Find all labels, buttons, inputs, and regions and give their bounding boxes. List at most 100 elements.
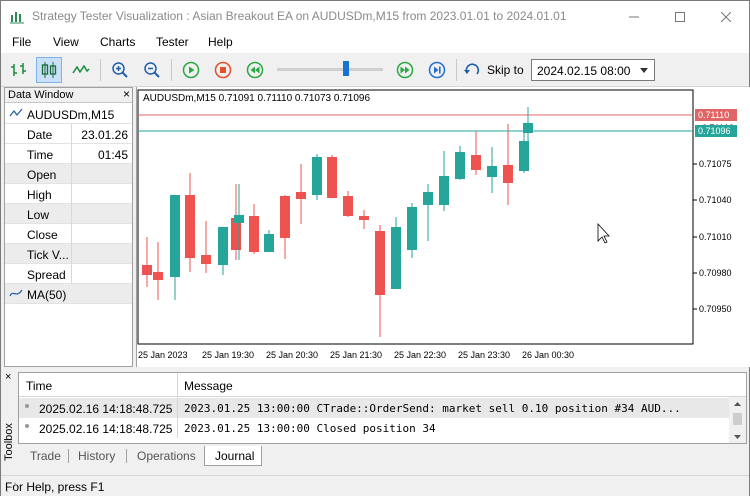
time-label: 25 Jan 20:30 xyxy=(266,350,318,360)
skip-to-label: Skip to xyxy=(487,63,524,77)
zoom-out-button[interactable] xyxy=(139,57,165,83)
resize-grip-icon[interactable]: ⋰ xyxy=(5,480,747,494)
mouse-cursor-icon xyxy=(597,222,610,244)
price-chart[interactable]: AUDUSDm,M15 0.71091 0.71110 0.71073 0.71… xyxy=(136,87,750,367)
bullish-candle xyxy=(170,195,180,277)
tab-trade[interactable]: Trade xyxy=(30,446,61,466)
bearish-candle xyxy=(201,255,211,264)
bullish-candle xyxy=(234,215,244,223)
row-value xyxy=(72,184,132,204)
table-row[interactable]: 2025.02.16 14:18:48.725 2023.01.25 13:00… xyxy=(19,398,729,418)
data-window-panel: Data Window × AUDUSDm,M15 Date 23.01.26 T… xyxy=(4,87,133,367)
log-dot-icon xyxy=(25,404,29,408)
toolbox-side: × Toolbox xyxy=(1,369,18,469)
skip-to-value[interactable]: 2024.02.15 08:00 xyxy=(537,64,630,78)
time-label: 25 Jan 2023 xyxy=(138,350,188,360)
menu-file[interactable]: File xyxy=(12,35,31,49)
speed-slider-track[interactable] xyxy=(277,68,383,71)
price-label: 0.71010 xyxy=(699,232,732,242)
skip-to-button[interactable] xyxy=(460,57,486,83)
rewind-icon xyxy=(246,61,264,79)
menu-help[interactable]: Help xyxy=(208,35,233,49)
line-chart-button[interactable] xyxy=(68,57,94,83)
speed-slider-thumb[interactable] xyxy=(343,61,349,76)
log-time: 2025.02.16 14:18:48.725 xyxy=(39,402,173,416)
toolbox-close-button[interactable]: × xyxy=(5,371,11,383)
column-header-message[interactable]: Message xyxy=(184,379,233,393)
window-title: Strategy Tester Visualization : Asian Br… xyxy=(32,9,567,23)
toolbar-separator xyxy=(100,59,101,81)
data-window-row-date: Date 23.01.26 xyxy=(5,124,132,144)
data-window-row-high: High xyxy=(5,184,132,204)
data-window-row-open: Open xyxy=(5,164,132,184)
bullish-candle xyxy=(423,192,433,205)
journal-scrollbar[interactable] xyxy=(729,397,746,443)
app-icon xyxy=(10,12,24,24)
journal-header: Time Message xyxy=(19,373,746,397)
minimize-button[interactable] xyxy=(611,1,657,32)
scroll-up-icon[interactable] xyxy=(729,399,746,409)
bearish-candle xyxy=(503,165,513,183)
data-window-row-low: Low xyxy=(5,204,132,224)
row-label: Time xyxy=(27,148,54,162)
candlestick-chart-button[interactable] xyxy=(36,57,62,83)
bullish-candle xyxy=(391,227,401,289)
scrollbar-thumb[interactable] xyxy=(733,413,742,425)
slow-down-button[interactable] xyxy=(242,57,268,83)
status-bar: For Help, press F1 ⋰ xyxy=(1,475,749,496)
toolbox-tabs: Trade History Operations Journal xyxy=(18,444,747,466)
table-row[interactable]: 2025.02.16 14:18:48.725 2023.01.25 13:00… xyxy=(19,418,729,438)
bullish-candle xyxy=(312,157,322,195)
log-message: 2023.01.25 13:00:00 Closed position 34 xyxy=(184,422,436,435)
menu-view[interactable]: View xyxy=(53,35,79,49)
candlestick-icon xyxy=(41,62,57,78)
row-label: Spread xyxy=(27,268,66,282)
bar-chart-button[interactable] xyxy=(6,57,32,83)
row-value xyxy=(72,244,132,264)
candles xyxy=(142,107,533,337)
data-window-row-spread: Spread xyxy=(5,264,132,284)
bullish-candle xyxy=(264,234,274,252)
menu-charts[interactable]: Charts xyxy=(100,35,135,49)
row-label: Date xyxy=(27,128,53,142)
tester-window: Strategy Tester Visualization : Asian Br… xyxy=(0,0,750,496)
close-button[interactable] xyxy=(703,1,749,32)
calendar-dropdown-button[interactable] xyxy=(636,62,652,78)
bearish-candle xyxy=(359,216,369,220)
maximize-icon xyxy=(675,11,685,22)
data-window-title: Data Window xyxy=(8,89,74,101)
bar-chart-icon xyxy=(11,63,26,76)
time-label: 25 Jan 19:30 xyxy=(202,350,254,360)
bearish-candle xyxy=(249,216,259,252)
play-button[interactable] xyxy=(178,57,204,83)
journal-table: Time Message 2025.02.16 14:18:48.725 202… xyxy=(18,372,747,444)
maximize-button[interactable] xyxy=(657,1,703,32)
row-value: 23.01.26 xyxy=(81,128,128,142)
indicator-label: MA(50) xyxy=(27,288,67,302)
bullish-candle xyxy=(439,176,449,205)
bullish-candle xyxy=(218,227,228,265)
time-label: 26 Jan 00:30 xyxy=(522,350,574,360)
column-header-time[interactable]: Time xyxy=(26,379,52,393)
bullish-candle xyxy=(487,166,497,177)
row-label: Open xyxy=(27,168,57,182)
menu-tester[interactable]: Tester xyxy=(156,35,189,49)
skip-to-datetime-field[interactable]: 2024.02.15 08:00 xyxy=(531,59,655,81)
tab-operations[interactable]: Operations xyxy=(137,446,196,466)
close-icon xyxy=(721,11,731,22)
speed-up-button[interactable] xyxy=(392,57,418,83)
title-bar: Strategy Tester Visualization : Asian Br… xyxy=(1,1,749,32)
zoom-in-button[interactable] xyxy=(107,57,133,83)
stop-button[interactable] xyxy=(210,57,236,83)
time-label: 25 Jan 23:30 xyxy=(458,350,510,360)
toolbar-separator xyxy=(171,59,172,81)
toolbox-label: Toolbox xyxy=(3,423,15,461)
scroll-down-icon[interactable] xyxy=(729,432,746,442)
ask-price-label: 0.71110 xyxy=(698,110,729,120)
step-forward-button[interactable] xyxy=(424,57,450,83)
bearish-candle xyxy=(142,265,152,275)
data-window-close-button[interactable]: × xyxy=(123,87,130,101)
tab-journal[interactable]: Journal xyxy=(204,446,262,466)
tab-history[interactable]: History xyxy=(78,446,115,466)
stop-icon xyxy=(214,61,232,79)
